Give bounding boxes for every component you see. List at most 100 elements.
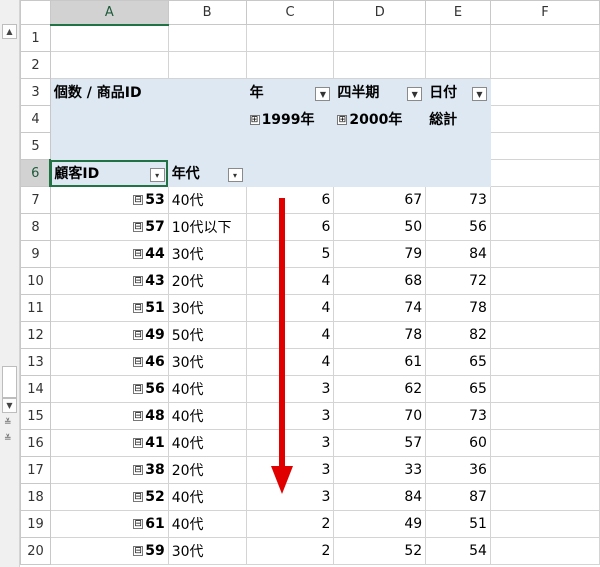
customer-id-cell[interactable]: ⊟ 49 <box>49 321 169 349</box>
cell[interactable] <box>489 159 600 187</box>
count-2000-cell[interactable]: 33 <box>333 456 427 484</box>
row-header[interactable]: 18 <box>20 483 51 511</box>
count-1999-cell[interactable]: 2 <box>245 537 335 565</box>
grand-total-cell[interactable]: 65 <box>425 375 491 403</box>
cell[interactable] <box>489 483 600 511</box>
count-2000-cell[interactable]: 74 <box>333 294 427 322</box>
filter-dropdown-icon[interactable]: ▼ <box>471 87 487 101</box>
cell[interactable] <box>167 24 247 52</box>
cell[interactable] <box>333 51 427 79</box>
collapse-icon[interactable]: ⊟ <box>133 492 144 502</box>
customer-id-cell[interactable]: ⊟ 44 <box>49 240 169 268</box>
customer-id-cell[interactable]: ⊟ 46 <box>49 348 169 376</box>
count-2000-cell[interactable]: 52 <box>333 537 427 565</box>
collapse-icon[interactable]: ⊟ <box>133 330 144 340</box>
filter-dropdown-icon[interactable]: ▼ <box>407 87 423 101</box>
customer-id-cell[interactable]: ⊟ 61 <box>49 510 169 538</box>
cell[interactable] <box>489 375 600 403</box>
age-cell[interactable]: 30代 <box>167 294 247 322</box>
cell[interactable] <box>333 24 427 52</box>
collapse-icon[interactable]: ⊟ <box>133 546 144 556</box>
grand-total-cell[interactable]: 78 <box>425 294 491 322</box>
row-header[interactable]: 14 <box>20 375 51 403</box>
cell[interactable] <box>489 294 600 322</box>
scroll-down-icon[interactable]: ▼ <box>2 398 17 413</box>
grand-total-cell[interactable]: 54 <box>425 537 491 565</box>
row-header[interactable]: 4 <box>20 105 51 133</box>
collapse-icon[interactable]: ⊟ <box>133 384 144 394</box>
cell[interactable] <box>489 186 600 214</box>
row-header[interactable]: 16 <box>20 429 51 457</box>
count-2000-cell[interactable]: 70 <box>333 402 427 430</box>
cell[interactable] <box>489 321 600 349</box>
cell[interactable] <box>425 24 491 52</box>
cell[interactable] <box>333 132 427 160</box>
row-header[interactable]: 20 <box>20 537 51 565</box>
customer-id-cell[interactable]: ⊟ 51 <box>49 294 169 322</box>
customer-id-cell[interactable]: ⊟ 57 <box>49 213 169 241</box>
collapse-icon[interactable]: ⊟ <box>133 303 144 313</box>
cell[interactable] <box>49 132 169 160</box>
sort-filter-dropdown-icon[interactable]: ▾ <box>149 168 165 182</box>
grand-total-cell[interactable]: 65 <box>425 348 491 376</box>
collapse-icon[interactable]: ⊟ <box>133 438 144 448</box>
cell[interactable] <box>489 537 600 565</box>
customer-id-cell[interactable]: ⊟ 59 <box>49 537 169 565</box>
row-header[interactable]: 3 <box>20 78 51 106</box>
cell[interactable] <box>425 132 491 160</box>
grand-total-cell[interactable]: 36 <box>425 456 491 484</box>
count-1999-cell[interactable]: 2 <box>245 510 335 538</box>
grand-total-cell[interactable]: 84 <box>425 240 491 268</box>
expand-icon[interactable]: ⊞ <box>337 115 348 125</box>
scroll-thumb[interactable] <box>2 366 17 398</box>
cell[interactable] <box>167 132 247 160</box>
age-cell[interactable]: 30代 <box>167 348 247 376</box>
collapse-icon[interactable]: ⊟ <box>133 519 144 529</box>
expand-icon[interactable]: ⊞ <box>249 115 260 125</box>
date-field-header[interactable]: 日付 ▼ <box>425 78 491 106</box>
age-cell[interactable]: 40代 <box>167 186 247 214</box>
cell[interactable] <box>489 267 600 295</box>
column-header-a[interactable]: A <box>49 0 169 26</box>
row-header[interactable]: 1 <box>20 24 51 52</box>
collapse-icon[interactable]: ⊟ <box>133 222 144 232</box>
scroll-up-icon[interactable]: ▲ <box>2 24 17 39</box>
age-cell[interactable]: 40代 <box>167 510 247 538</box>
count-2000-cell[interactable]: 78 <box>333 321 427 349</box>
grand-total-cell[interactable]: 60 <box>425 429 491 457</box>
age-cell[interactable]: 50代 <box>167 321 247 349</box>
grand-total-cell[interactable]: 56 <box>425 213 491 241</box>
collapse-icon[interactable]: ⊟ <box>133 249 144 259</box>
row-header[interactable]: 12 <box>20 321 51 349</box>
cell[interactable] <box>489 510 600 538</box>
cell[interactable] <box>489 348 600 376</box>
year-2000-header[interactable]: ⊞ 2000年 <box>333 105 427 133</box>
row-header[interactable]: 5 <box>20 132 51 160</box>
age-cell[interactable]: 30代 <box>167 240 247 268</box>
collapse-icon[interactable]: ⊟ <box>133 357 144 367</box>
year-field-header[interactable]: 年 ▼ <box>245 78 335 106</box>
cell[interactable] <box>167 78 247 106</box>
pivot-values-label[interactable]: 個数 / 商品ID <box>49 78 169 106</box>
collapse-icon[interactable]: ⊟ <box>133 411 144 421</box>
age-cell[interactable]: 10代以下 <box>167 213 247 241</box>
grand-total-cell[interactable]: 87 <box>425 483 491 511</box>
customer-id-cell[interactable]: ⊟ 52 <box>49 483 169 511</box>
row-header[interactable]: 7 <box>20 186 51 214</box>
cell[interactable] <box>333 159 427 187</box>
grand-total-cell[interactable]: 51 <box>425 510 491 538</box>
year-1999-header[interactable]: ⊞ 1999年 <box>245 105 335 133</box>
cell[interactable] <box>245 159 335 187</box>
cell[interactable] <box>489 429 600 457</box>
collapse-icon[interactable]: ⊟ <box>133 195 144 205</box>
row-header[interactable]: 10 <box>20 267 51 295</box>
column-header-f[interactable]: F <box>489 0 600 25</box>
row-header[interactable]: 6 <box>20 159 52 187</box>
age-cell[interactable]: 20代 <box>167 267 247 295</box>
count-2000-cell[interactable]: 84 <box>333 483 427 511</box>
cell[interactable] <box>489 456 600 484</box>
cell[interactable] <box>489 51 600 79</box>
row-header[interactable]: 15 <box>20 402 51 430</box>
row-header[interactable]: 17 <box>20 456 51 484</box>
cell[interactable] <box>49 51 169 79</box>
